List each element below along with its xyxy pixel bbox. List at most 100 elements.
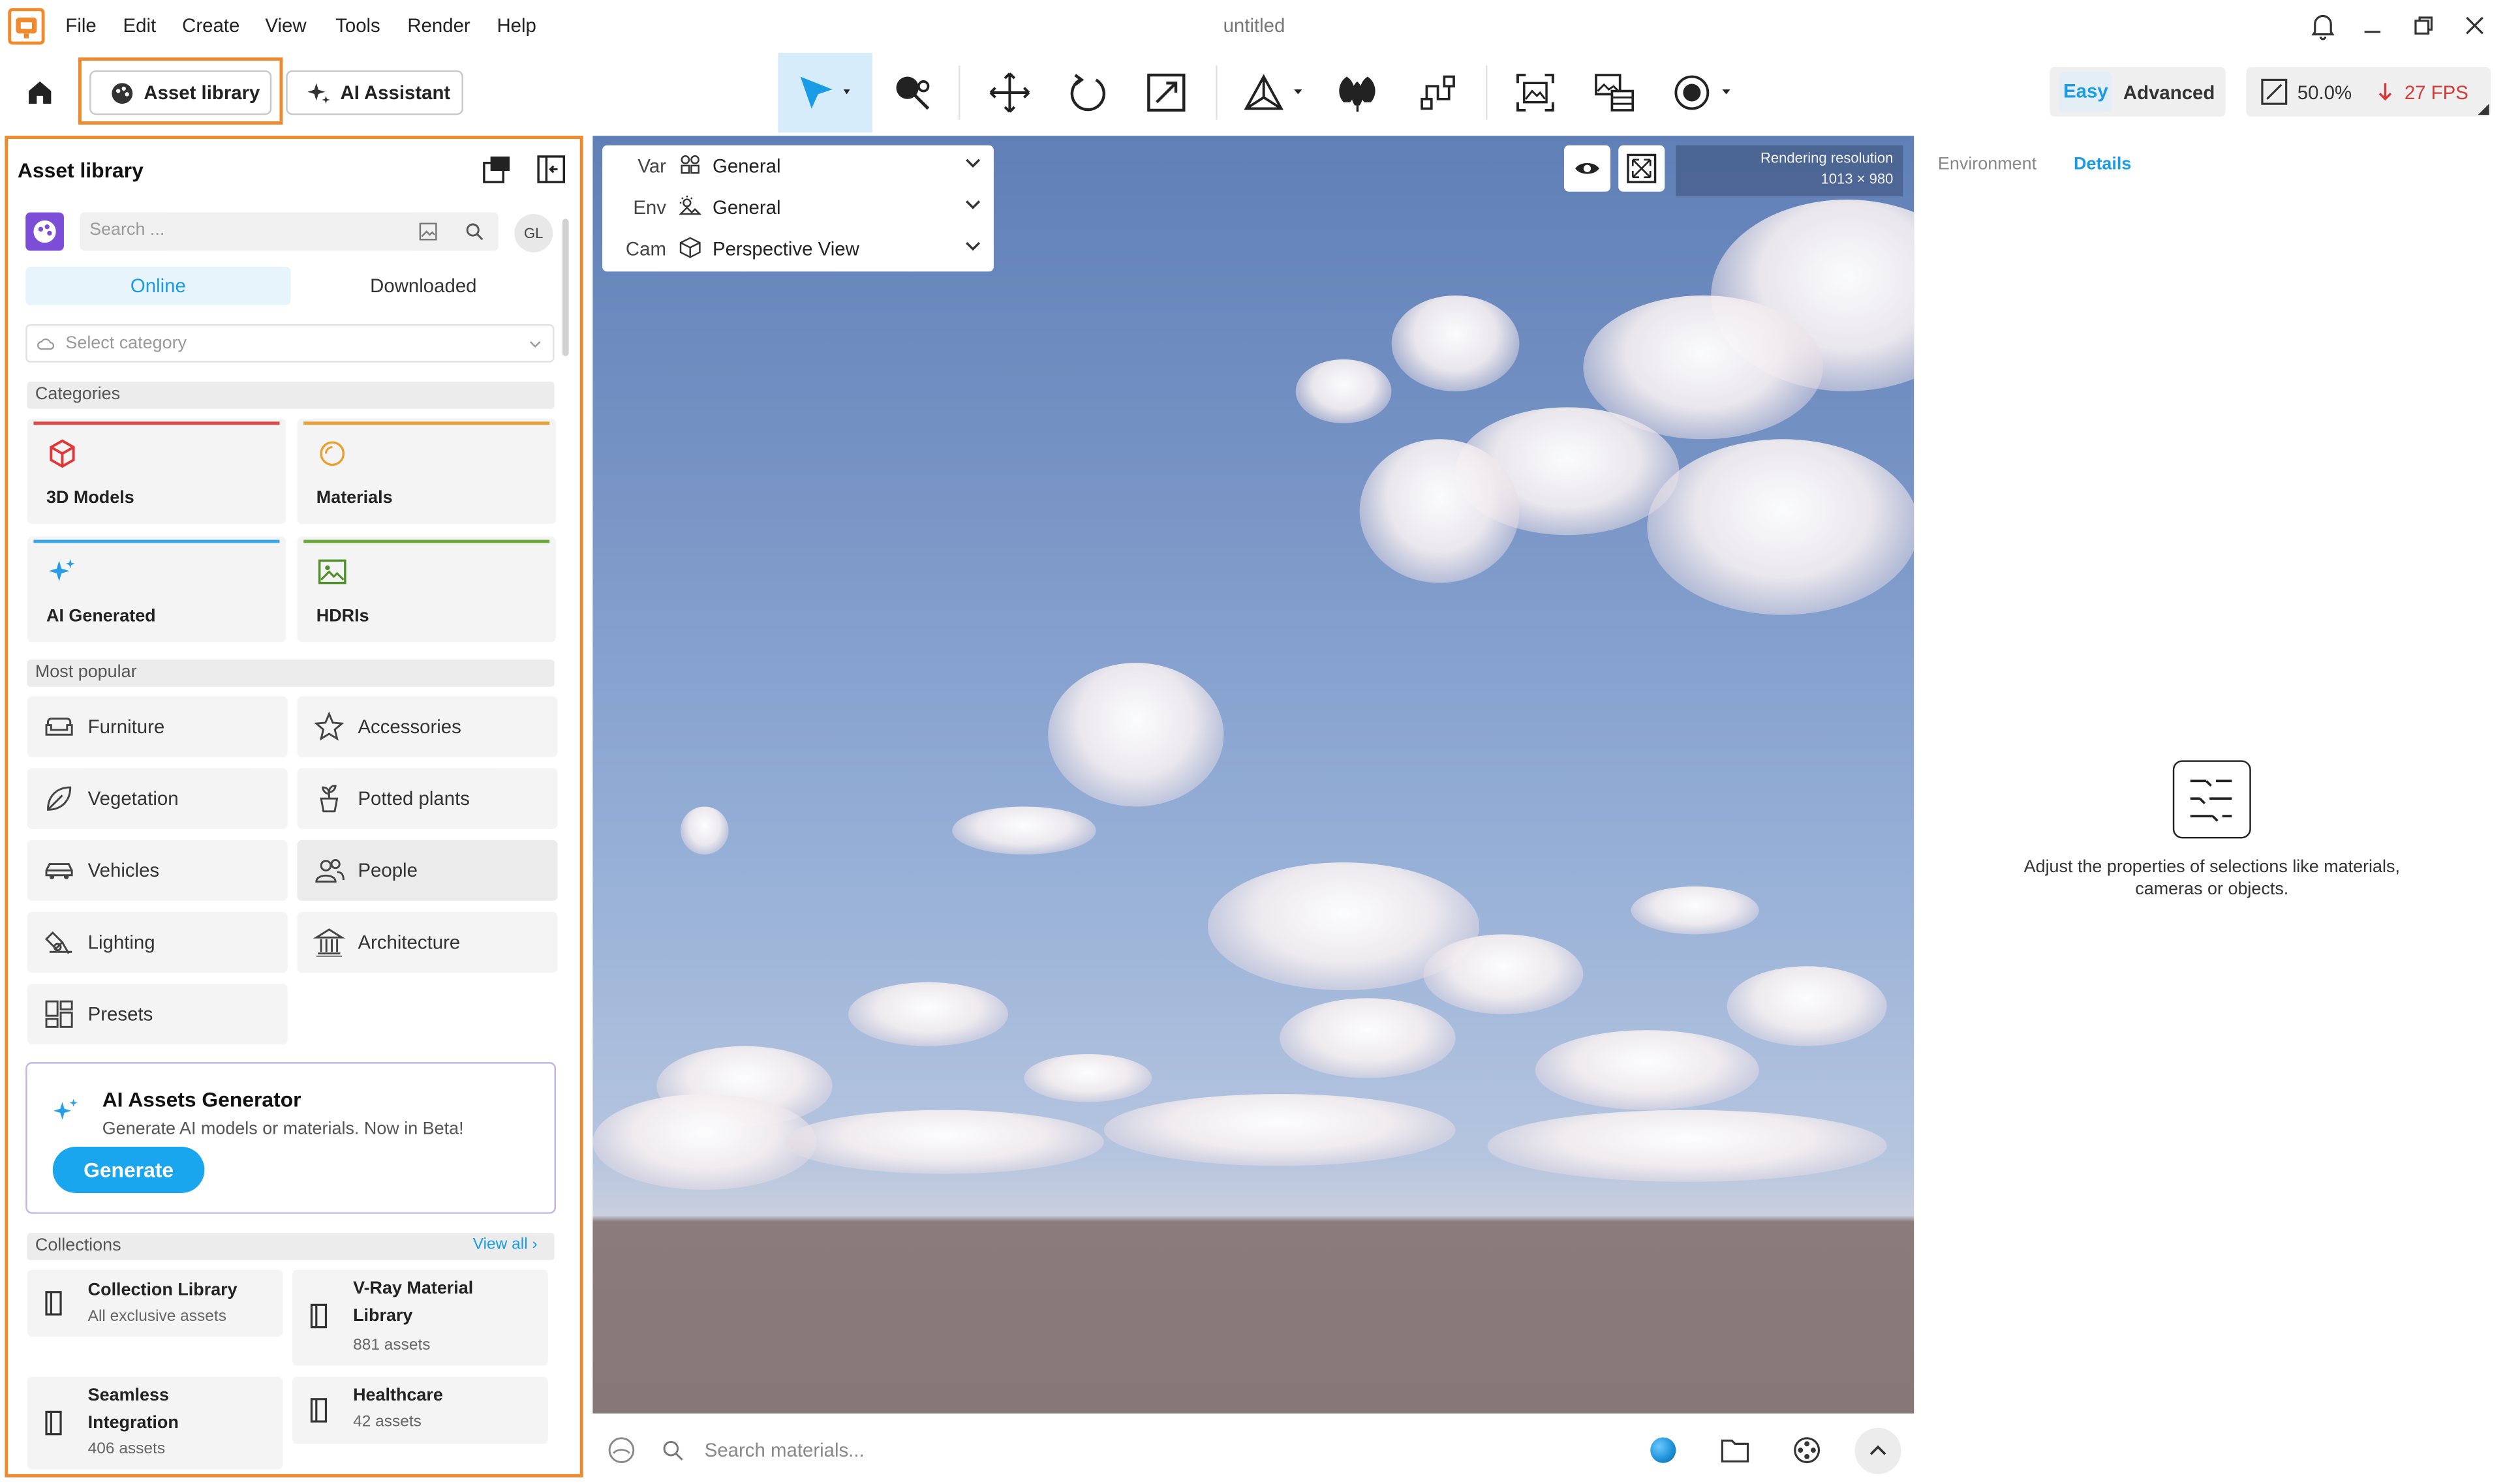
camera-selector[interactable]: Cam Perspective View — [602, 228, 994, 270]
popular-architecture[interactable]: Architecture — [297, 912, 558, 973]
popular-vehicles[interactable]: Vehicles — [27, 840, 288, 901]
rotate-tool-button[interactable] — [1059, 53, 1116, 132]
asset-library-label: Asset library — [144, 81, 260, 104]
avatar[interactable]: GL — [514, 214, 553, 252]
popular-presets[interactable]: Presets — [27, 984, 288, 1045]
tab-details[interactable]: Details — [2074, 155, 2131, 174]
collection-subtitle: 881 assets — [353, 1337, 431, 1355]
restore-icon[interactable] — [2408, 10, 2440, 42]
collection-card[interactable]: Healthcare 42 assets — [292, 1376, 548, 1444]
record-icon — [1674, 75, 1730, 110]
panel-scrollbar[interactable] — [562, 219, 569, 356]
category-hdris[interactable]: HDRIs — [297, 536, 557, 643]
asset-library-panel: Asset library Search ... GL Online Downl… — [5, 136, 583, 1477]
building-columns-icon — [313, 928, 345, 957]
sparkle-icon — [54, 1098, 78, 1120]
scatter-tool-button[interactable] — [1329, 53, 1387, 132]
popular-people[interactable]: People — [297, 840, 558, 901]
material-search-input[interactable]: Search materials... — [705, 1439, 865, 1461]
sky-cloud — [1487, 1110, 1887, 1182]
render-image-button[interactable] — [1507, 53, 1564, 132]
category-label: HDRIs — [316, 607, 369, 626]
tab-online[interactable]: Online — [25, 266, 291, 305]
sky-cloud — [952, 806, 1096, 855]
asset-library-button[interactable]: Asset library — [89, 70, 272, 115]
collection-title: Collection Library — [87, 1280, 238, 1300]
menu-tools[interactable]: Tools — [335, 14, 380, 37]
menu-help[interactable]: Help — [497, 14, 536, 37]
environment-selector[interactable]: Env General — [602, 187, 994, 228]
collection-title: Healthcare — [353, 1386, 443, 1406]
render-stats[interactable]: 50.0% 27 FPS — [2246, 67, 2491, 117]
material-picker-button[interactable] — [885, 53, 939, 132]
category-materials[interactable]: Materials — [297, 418, 557, 524]
minimize-icon[interactable] — [2356, 10, 2388, 42]
collection-title: Seamless Integration — [87, 1386, 179, 1433]
collection-title: V-Ray Material Library — [353, 1279, 474, 1326]
perspective-cube-icon — [679, 237, 701, 258]
toolbar-divider — [959, 65, 961, 120]
collection-subtitle: 406 assets — [87, 1440, 166, 1459]
resolution-scale-icon — [2261, 78, 2288, 105]
variant-selector[interactable]: Var General — [602, 145, 994, 187]
render-viewport[interactable]: Var General Env General Cam Perspective … — [592, 136, 1914, 1414]
render-resolution-label: Rendering resolution — [1760, 150, 1894, 166]
panel-title: Asset library — [17, 158, 144, 183]
expand-bar-button[interactable] — [1854, 1427, 1901, 1474]
collection-card[interactable]: Collection Library All exclusive assets — [27, 1269, 283, 1337]
search-input[interactable]: Search ... — [80, 212, 499, 251]
material-preview-icon[interactable] — [1650, 1437, 1676, 1463]
category-select[interactable]: Select category — [25, 324, 555, 363]
bell-icon[interactable] — [2307, 10, 2339, 42]
render-image-icon — [1516, 74, 1554, 112]
scale-tool-button[interactable] — [1137, 53, 1195, 132]
category-3d-models[interactable]: 3D Models — [27, 418, 286, 524]
popout-icon[interactable] — [482, 155, 511, 183]
material-eyedropper-icon — [896, 76, 930, 110]
category-label: 3D Models — [46, 489, 134, 508]
collection-card[interactable]: Seamless Integration 406 assets — [27, 1376, 283, 1470]
sky-cloud — [1391, 295, 1520, 391]
generate-button[interactable]: Generate — [52, 1146, 205, 1193]
category-accent-bar — [303, 421, 550, 425]
select-tool-button[interactable] — [778, 52, 872, 133]
menu-create[interactable]: Create — [182, 14, 239, 37]
chevron-down-icon — [966, 200, 981, 209]
mode-advanced[interactable]: Advanced — [2123, 82, 2215, 104]
close-icon[interactable] — [2459, 10, 2491, 42]
menu-view[interactable]: View — [265, 14, 306, 37]
collection-card[interactable]: V-Ray Material Library 881 assets — [292, 1269, 548, 1366]
measure-tool-button[interactable] — [1409, 53, 1466, 132]
category-ai-generated[interactable]: AI Generated — [27, 536, 286, 643]
menu-render[interactable]: Render — [407, 14, 470, 37]
app-logo-icon — [8, 8, 45, 45]
live-link-button[interactable] — [1667, 53, 1744, 132]
popular-label: Vegetation — [87, 787, 179, 810]
popular-accessories[interactable]: Accessories — [297, 696, 558, 757]
folder-icon — [1721, 1439, 1749, 1462]
mode-easy[interactable]: Easy — [2059, 72, 2112, 112]
move-tool-button[interactable] — [981, 53, 1038, 132]
menu-file[interactable]: File — [65, 14, 96, 37]
view-all-link[interactable]: View all › — [473, 1236, 538, 1254]
popular-lighting[interactable]: Lighting — [27, 912, 288, 973]
snap-tool-button[interactable] — [1237, 53, 1310, 132]
tab-environment[interactable]: Environment — [1938, 155, 2036, 174]
render-animation-button[interactable] — [1585, 53, 1642, 132]
category-label: Materials — [316, 489, 393, 508]
popular-furniture[interactable]: Furniture — [27, 696, 288, 757]
ai-assistant-button[interactable]: AI Assistant — [286, 70, 464, 115]
popular-label: Accessories — [358, 715, 461, 738]
tab-downloaded[interactable]: Downloaded — [291, 267, 556, 305]
collapse-panel-icon[interactable] — [537, 155, 566, 183]
popular-potted-plants[interactable]: Potted plants — [297, 768, 558, 829]
home-button[interactable] — [16, 53, 63, 132]
fullscreen-button[interactable] — [1618, 145, 1665, 192]
sparkle-icon — [307, 82, 330, 103]
empty-state-line2: cameras or objects. — [2135, 880, 2289, 900]
visibility-toggle[interactable] — [1563, 145, 1610, 192]
chevron-down-icon — [530, 341, 541, 348]
popular-vegetation[interactable]: Vegetation — [27, 768, 288, 829]
sky-cloud — [1024, 1053, 1152, 1102]
menu-edit[interactable]: Edit — [123, 14, 157, 37]
